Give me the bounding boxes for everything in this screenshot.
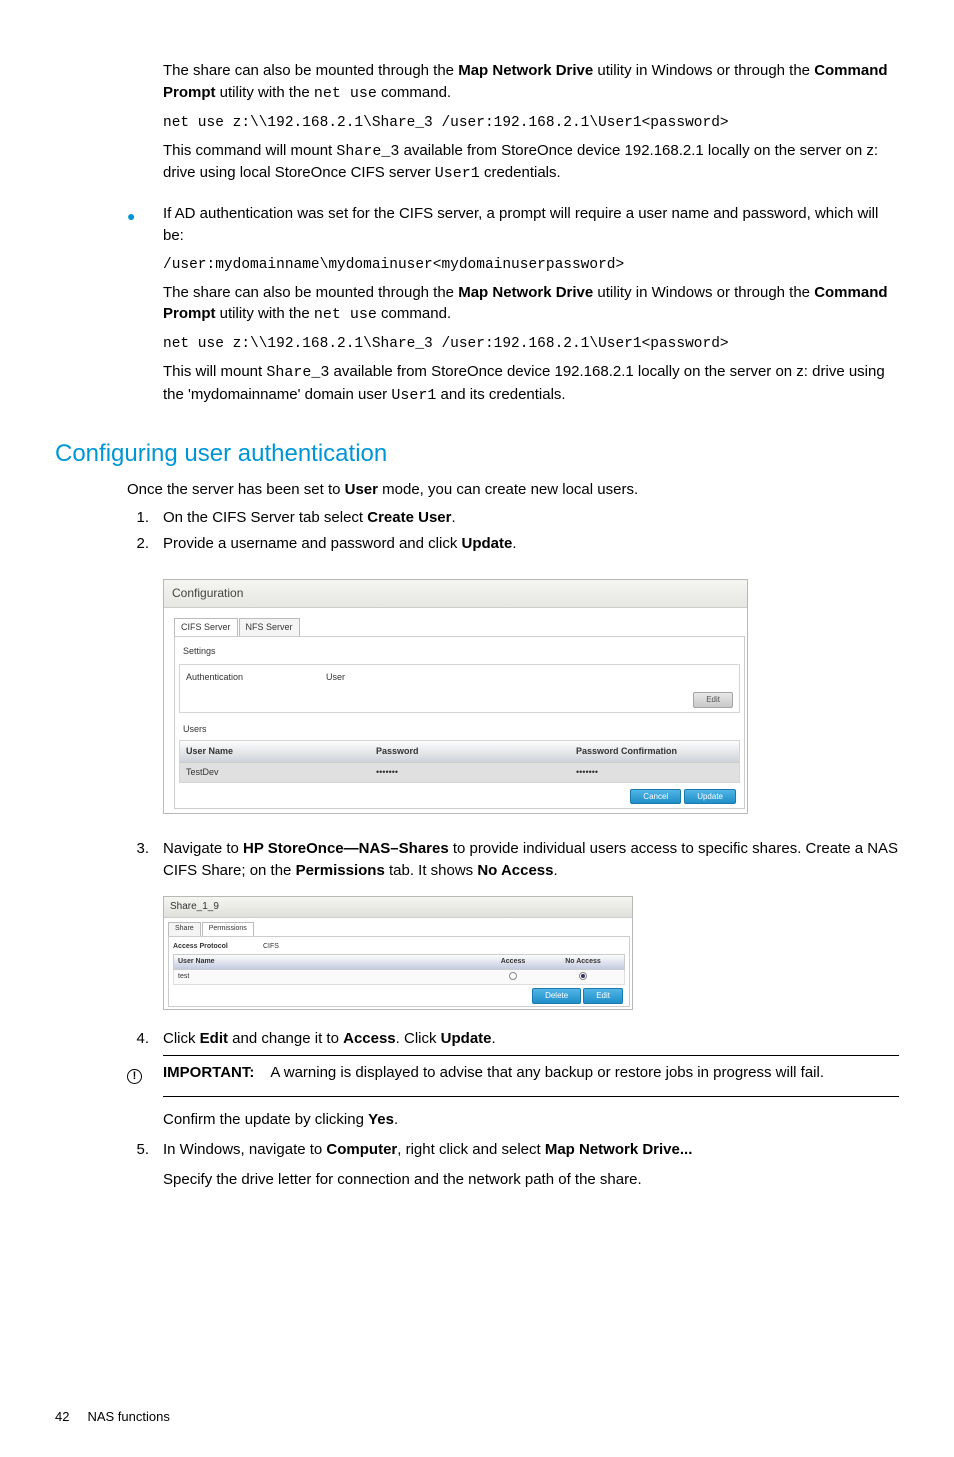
page-footer: 42 NAS functions	[55, 1408, 899, 1427]
radio-access[interactable]	[478, 972, 548, 982]
update-button[interactable]: Update	[684, 789, 736, 805]
cell-username: TestDev	[186, 766, 376, 779]
step-number: 2.	[127, 533, 163, 555]
divider	[163, 1055, 899, 1056]
intro-paragraph: Once the server has been set to User mod…	[127, 479, 899, 501]
tab-share[interactable]: Share	[168, 922, 201, 935]
authentication-value: User	[326, 671, 345, 684]
section-heading: Configuring user authentication	[55, 437, 899, 472]
access-protocol-label: Access Protocol	[173, 942, 263, 952]
step-text: On the CIFS Server tab select Create Use…	[163, 507, 899, 529]
edit-button[interactable]: Edit	[583, 988, 623, 1004]
step-text: Provide a username and password and clic…	[163, 533, 899, 555]
column-access: Access	[478, 957, 548, 967]
panel-title: Configuration	[164, 580, 747, 608]
table-row[interactable]: test	[173, 970, 625, 985]
code-line: net use z:\\192.168.2.1\Share_3 /user:19…	[163, 113, 899, 134]
column-username: User Name	[178, 957, 478, 967]
authentication-label: Authentication	[186, 671, 326, 684]
cell-username: test	[178, 972, 478, 982]
radio-no-access[interactable]	[548, 972, 618, 982]
users-table-header: User Name Password Password Confirmation	[180, 741, 739, 762]
important-icon: !	[127, 1062, 163, 1086]
divider	[163, 1096, 899, 1097]
step-text: In Windows, navigate to Computer, right …	[163, 1139, 899, 1199]
tab-nfs-server[interactable]: NFS Server	[239, 618, 300, 636]
panel-title: Share_1_9	[164, 897, 632, 919]
step-text: Click Edit and change it to Access. Clic…	[163, 1028, 899, 1050]
delete-button[interactable]: Delete	[532, 988, 581, 1004]
paragraph: The share can also be mounted through th…	[163, 282, 899, 327]
column-username: User Name	[186, 745, 376, 758]
paragraph: The share can also be mounted through th…	[163, 60, 899, 105]
table-row[interactable]: TestDev ••••••• •••••••	[180, 762, 739, 782]
column-no-access: No Access	[548, 957, 618, 967]
cell-password-confirm: •••••••	[576, 766, 733, 779]
edit-button[interactable]: Edit	[693, 692, 733, 708]
screenshot-configuration-panel: Configuration CIFS Server NFS Server Set…	[163, 579, 748, 815]
footer-chapter: NAS functions	[87, 1409, 169, 1424]
paragraph: This command will mount Share_3 availabl…	[163, 140, 899, 186]
page-number: 42	[55, 1408, 69, 1427]
column-password-confirm: Password Confirmation	[576, 745, 733, 758]
permissions-table-header: User Name Access No Access	[173, 954, 625, 970]
important-note: IMPORTANT:A warning is displayed to advi…	[163, 1062, 899, 1086]
paragraph: This will mount Share_3 available from S…	[163, 361, 899, 407]
column-password: Password	[376, 745, 576, 758]
tab-cifs-server[interactable]: CIFS Server	[174, 618, 238, 636]
step-number: 4.	[127, 1028, 163, 1050]
step-number: 3.	[127, 838, 163, 882]
cell-password: •••••••	[376, 766, 576, 779]
settings-label: Settings	[179, 641, 740, 664]
screenshot-share-panel: Share_1_9 Share Permissions Access Proto…	[163, 896, 633, 1010]
step-number: 5.	[127, 1139, 163, 1199]
step-number: 1.	[127, 507, 163, 529]
tab-permissions[interactable]: Permissions	[202, 922, 254, 935]
users-label: Users	[183, 723, 740, 736]
code-line: net use z:\\192.168.2.1\Share_3 /user:19…	[163, 334, 899, 355]
paragraph: If AD authentication was set for the CIF…	[163, 203, 899, 247]
step-text: Navigate to HP StoreOnce—NAS–Shares to p…	[163, 838, 899, 882]
paragraph: Confirm the update by clicking Yes.	[163, 1109, 899, 1131]
bullet-marker: ●	[127, 206, 163, 415]
access-protocol-value: CIFS	[263, 942, 279, 952]
cancel-button[interactable]: Cancel	[630, 789, 681, 805]
code-line: /user:mydomainname\mydomainuser<mydomain…	[163, 255, 899, 276]
